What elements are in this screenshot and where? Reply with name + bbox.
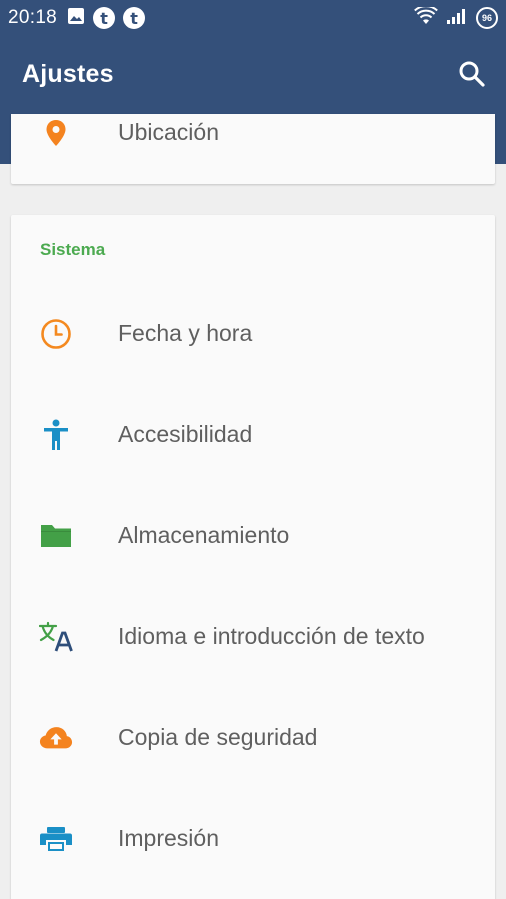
settings-item-label: Idioma e introducción de texto [118, 623, 425, 649]
status-time: 20:18 [8, 7, 58, 28]
section-title: Sistema [40, 240, 106, 259]
settings-item-label: Copia de seguridad [118, 724, 318, 750]
clock-icon [39, 317, 73, 351]
settings-item-language[interactable]: Idioma e introducción de texto [11, 586, 495, 687]
settings-item-label: Accesibilidad [118, 421, 253, 447]
accessibility-icon [39, 418, 73, 452]
cloud-upload-icon [39, 721, 73, 755]
tumblr-notification-icon: t [93, 7, 116, 29]
location-pin-icon [39, 116, 73, 150]
image-notification-icon [67, 7, 85, 30]
settings-item-accessibility[interactable]: Accesibilidad [11, 384, 495, 485]
battery-icon: 96 [476, 7, 498, 29]
folder-icon [39, 519, 73, 553]
settings-item-storage[interactable]: Almacenamiento [11, 485, 495, 586]
location-card: Ubicación [11, 114, 495, 184]
settings-item-date-time[interactable]: Fecha y hora [11, 283, 495, 384]
status-bar: 20:18 t t 96 [0, 0, 506, 36]
settings-item-label: Almacenamiento [118, 522, 290, 548]
settings-item-backup[interactable]: Copia de seguridad [11, 687, 495, 788]
settings-item-printing[interactable]: Impresión [11, 788, 495, 889]
system-card: Sistema Fecha y hora Accesibilidad Almac… [11, 215, 495, 899]
settings-item-label: Fecha y hora [118, 320, 253, 346]
translate-icon [39, 620, 73, 654]
settings-item-label: Impresión [118, 825, 219, 851]
tumblr-notification-icon-2: t [123, 7, 146, 29]
printer-icon [39, 822, 73, 856]
notification-icons: t t [67, 7, 146, 30]
settings-item-location[interactable]: Ubicación [11, 82, 495, 183]
wifi-icon [414, 4, 438, 30]
signal-icon [446, 7, 468, 30]
settings-item-label: Ubicación [118, 119, 219, 145]
